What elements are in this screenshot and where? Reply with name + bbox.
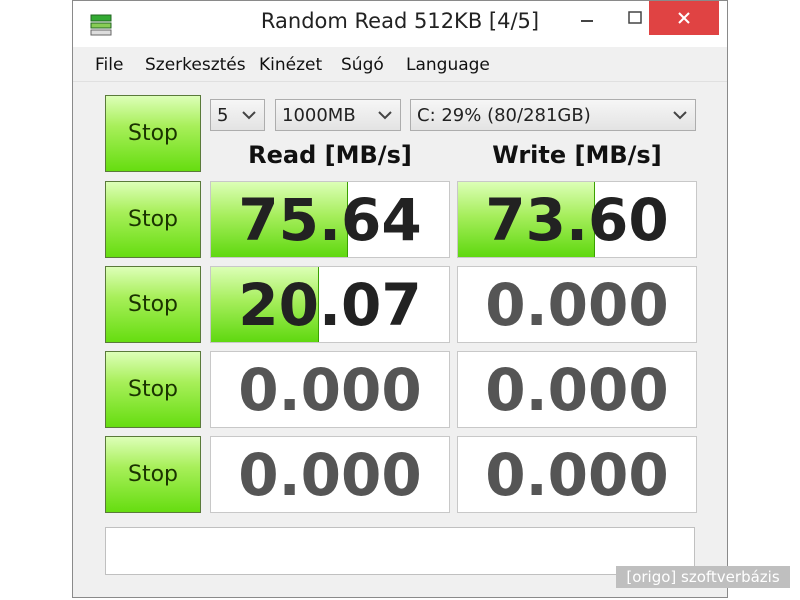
drive-value: C: 29% (80/281GB) (417, 104, 591, 126)
stop-button-row-4[interactable]: Stop (105, 436, 201, 513)
read-value: 0.000 (238, 440, 422, 509)
write-value: 73.60 (485, 185, 669, 254)
stop-button-row-3[interactable]: Stop (105, 351, 201, 428)
read-value: 0.000 (238, 355, 422, 424)
write-cell-row-4: 0.000 (457, 436, 697, 513)
chevron-down-icon (378, 111, 392, 120)
read-header: Read [MB/s] (248, 141, 412, 169)
read-cell-row-4: 0.000 (210, 436, 450, 513)
write-value: 0.000 (485, 440, 669, 509)
write-value: 0.000 (485, 355, 669, 424)
write-cell-row-3: 0.000 (457, 351, 697, 428)
app-window: Random Read 512KB [4/5] File Szerkesztés… (72, 0, 728, 598)
write-cell-row-1: 73.60 (457, 181, 697, 258)
menu-view[interactable]: Kinézet (259, 55, 322, 75)
menu-file[interactable]: File (95, 55, 123, 75)
read-cell-row-2: 20.07 (210, 266, 450, 343)
write-value: 0.000 (485, 270, 669, 339)
menu-help[interactable]: Súgó (341, 55, 384, 75)
close-icon (678, 12, 690, 24)
watermark: [origo] szoftverbázis (616, 566, 790, 588)
size-value: 1000MB (282, 104, 356, 126)
stop-button-row-1[interactable]: Stop (105, 181, 201, 258)
minimize-icon (581, 20, 593, 22)
read-value: 75.64 (238, 185, 422, 254)
read-value: 20.07 (238, 270, 422, 339)
read-cell-row-1: 75.64 (210, 181, 450, 258)
write-header: Write [MB/s] (492, 141, 662, 169)
chevron-down-icon (673, 111, 687, 120)
close-button[interactable] (649, 1, 719, 35)
read-cell-row-3: 0.000 (210, 351, 450, 428)
maximize-icon (628, 11, 642, 24)
count-select[interactable]: 5 (210, 99, 265, 131)
menu-bar: File Szerkesztés Kinézet Súgó Language (73, 47, 727, 82)
size-select[interactable]: 1000MB (275, 99, 401, 131)
status-bar (105, 527, 695, 575)
drive-select[interactable]: C: 29% (80/281GB) (410, 99, 696, 131)
write-cell-row-2: 0.000 (457, 266, 697, 343)
stop-all-button[interactable]: Stop (105, 95, 201, 172)
count-value: 5 (217, 104, 229, 126)
menu-edit[interactable]: Szerkesztés (145, 55, 246, 75)
stop-button-row-2[interactable]: Stop (105, 266, 201, 343)
menu-language[interactable]: Language (406, 55, 490, 75)
chevron-down-icon (242, 111, 256, 120)
minimize-button[interactable] (563, 1, 611, 35)
title-bar[interactable]: Random Read 512KB [4/5] (73, 1, 727, 47)
